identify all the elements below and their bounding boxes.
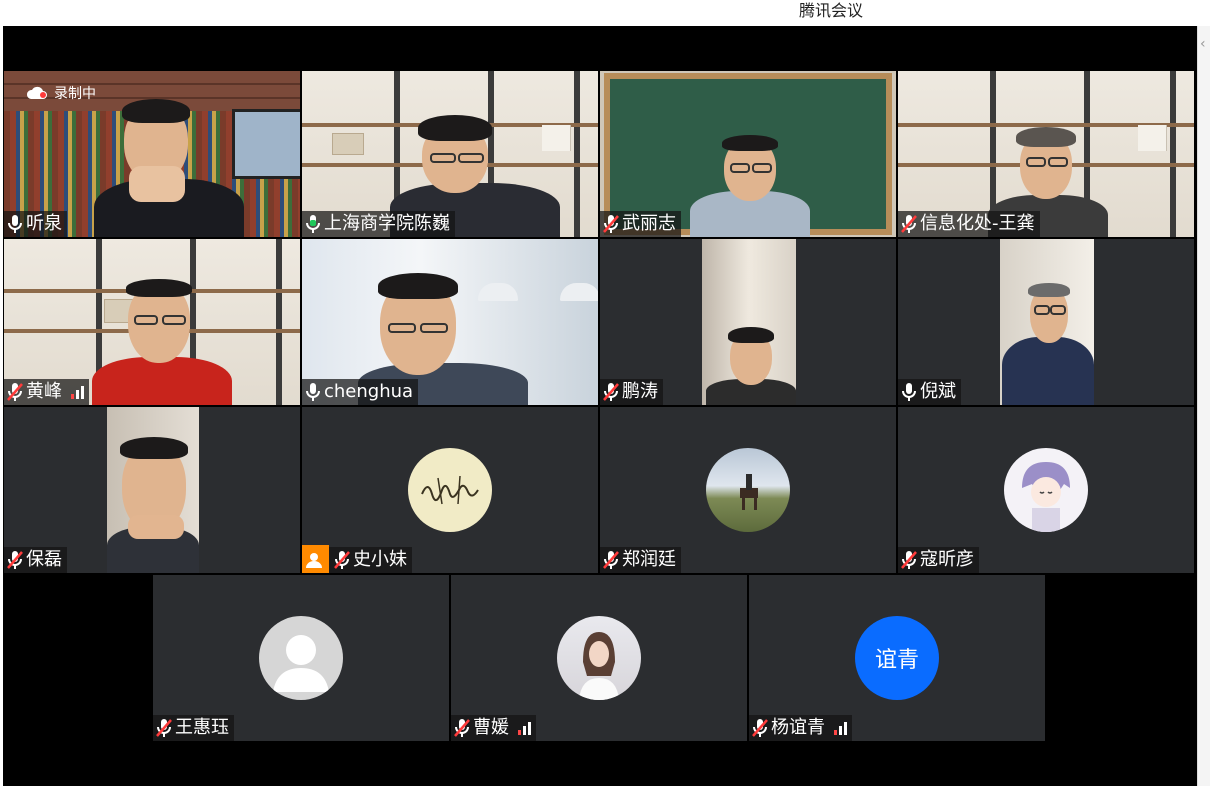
mic-icon (901, 382, 917, 402)
window-title: 腾讯会议 (798, 1, 863, 20)
mic-muted-icon (156, 718, 172, 738)
participant-tile[interactable]: 史小妹 (302, 407, 598, 573)
mic-muted-icon (603, 214, 619, 234)
participant-name: 史小妹 (353, 549, 407, 570)
avatar (706, 448, 790, 532)
participant-tile[interactable]: 谊青 杨谊青 (749, 575, 1045, 741)
name-label: 鹏涛 (600, 379, 663, 405)
participant-name: 曹媛 (473, 717, 509, 738)
participant-name: 倪斌 (920, 381, 956, 402)
host-badge (302, 545, 329, 573)
name-label: 保磊 (4, 547, 67, 573)
mic-muted-icon (603, 550, 619, 570)
participant-name: 信息化处-王龚 (920, 213, 1035, 234)
mic-muted-icon (603, 382, 619, 402)
mic-speaking-icon (305, 214, 321, 234)
participant-tile[interactable]: 鹏涛 (600, 239, 896, 405)
participant-name: 寇昕彦 (920, 549, 974, 570)
participant-tile[interactable]: 王惠珏 (153, 575, 449, 741)
signature-avatar-image (421, 475, 479, 505)
name-label: 信息化处-王龚 (898, 211, 1040, 237)
name-label: 史小妹 (302, 545, 412, 573)
network-signal-icon (518, 721, 531, 735)
participant-name: 黄峰 (26, 381, 62, 402)
mic-muted-icon (454, 718, 470, 738)
name-label: 杨谊青 (749, 715, 852, 741)
participant-name: 保磊 (26, 549, 62, 570)
mic-icon (305, 382, 321, 402)
mic-muted-icon (752, 718, 768, 738)
participant-tile[interactable]: 武丽志 (600, 71, 896, 237)
name-label: 寇昕彦 (898, 547, 979, 573)
video-grid: 录制中 听泉 上海商学院陈巍 武丽志 信息化处-王龚 黄峰 chenghua 鹏… (3, 26, 1197, 786)
participant-tile[interactable]: 寇昕彦 (898, 407, 1194, 573)
cloud-icon (26, 86, 47, 99)
name-label: 郑润廷 (600, 547, 681, 573)
network-signal-icon (834, 721, 847, 735)
user-icon (306, 553, 322, 568)
participant-name: 杨谊青 (771, 717, 825, 738)
participant-name: chenghua (324, 381, 414, 402)
wall-monitor (232, 109, 300, 179)
name-label: 黄峰 (4, 379, 89, 405)
avatar (259, 616, 343, 700)
name-label: 上海商学院陈巍 (302, 211, 455, 237)
side-scrollbar[interactable]: ‹ (1197, 26, 1210, 786)
participant-name: 武丽志 (622, 213, 676, 234)
chevron-icon: ‹ (1200, 36, 1206, 52)
participant-tile[interactable]: chenghua (302, 239, 598, 405)
name-label: 王惠珏 (153, 715, 234, 741)
name-label: 倪斌 (898, 379, 961, 405)
participant-name: 郑润廷 (622, 549, 676, 570)
participant-tile-active-speaker[interactable]: 上海商学院陈巍 (302, 71, 598, 237)
default-user-icon (273, 635, 329, 692)
name-label: 听泉 (4, 211, 67, 237)
mic-muted-icon (901, 550, 917, 570)
participant-name: 鹏涛 (622, 381, 658, 402)
avatar (557, 616, 641, 700)
name-label: 曹媛 (451, 715, 536, 741)
name-label: 武丽志 (600, 211, 681, 237)
text-avatar: 谊青 (855, 616, 939, 700)
participant-tile[interactable]: 录制中 听泉 (4, 71, 300, 237)
mic-muted-icon (901, 214, 917, 234)
participant-name: 听泉 (26, 213, 62, 234)
mic-muted-icon (7, 382, 23, 402)
participant-tile[interactable]: 信息化处-王龚 (898, 71, 1194, 237)
anime-avatar-image (1022, 462, 1070, 532)
photo-avatar-image (579, 632, 619, 700)
name-label: chenghua (302, 379, 419, 405)
recording-label: 录制中 (54, 86, 96, 102)
participant-tile[interactable]: 倪斌 (898, 239, 1194, 405)
participant-tile[interactable]: 保磊 (4, 407, 300, 573)
participant-tile[interactable]: 曹媛 (451, 575, 747, 741)
mic-muted-icon (334, 550, 350, 570)
participant-tile[interactable]: 郑润廷 (600, 407, 896, 573)
participant-tile[interactable]: 黄峰 (4, 239, 300, 405)
participant-name: 上海商学院陈巍 (324, 213, 450, 234)
title-bar: 腾讯会议 (0, 0, 1210, 26)
participant-name: 王惠珏 (175, 717, 229, 738)
avatar (408, 448, 492, 532)
mic-muted-icon (7, 550, 23, 570)
mic-icon (7, 214, 23, 234)
network-signal-weak-icon (71, 385, 84, 399)
avatar (1004, 448, 1088, 532)
recording-indicator: 录制中 (26, 83, 96, 103)
landscape-avatar-image (740, 474, 758, 510)
